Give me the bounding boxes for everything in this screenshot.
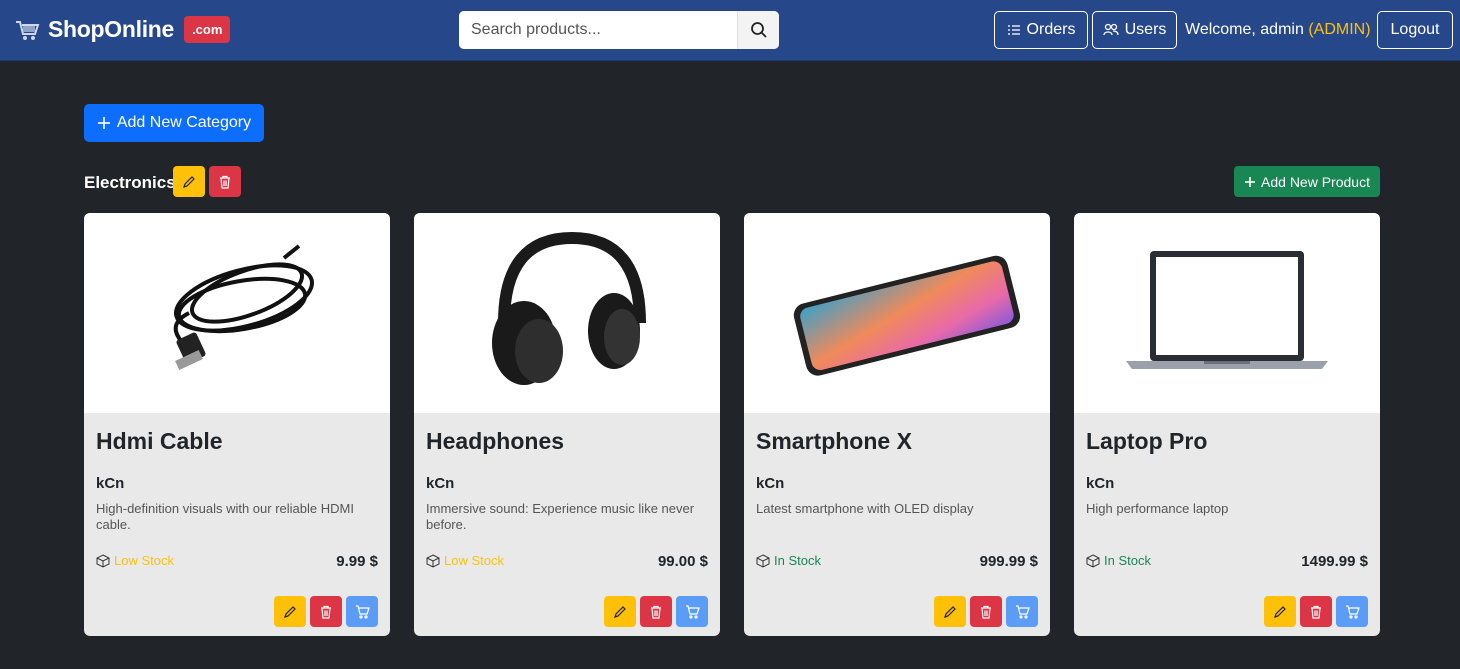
welcome-message: Welcome, admin (ADMIN)	[1185, 21, 1371, 39]
product-price: 999.99 $	[979, 553, 1038, 570]
box-icon	[1086, 553, 1100, 568]
users-button[interactable]: Users	[1092, 11, 1177, 49]
trash-icon	[1311, 605, 1321, 619]
trash-icon	[981, 605, 991, 619]
stock-label: Low Stock	[114, 553, 174, 568]
product-name: Hdmi Cable	[96, 428, 223, 454]
brand-name: ShopOnline	[48, 16, 175, 42]
product-card: Headphones kCn Immersive sound: Experien…	[414, 213, 720, 636]
product-description: Latest smartphone with OLED display	[756, 501, 974, 516]
brand[interactable]: ShopOnline .com	[14, 16, 231, 43]
product-price: 99.00 $	[657, 553, 708, 570]
pencil-icon	[614, 605, 626, 618]
add-to-cart-button[interactable]	[1336, 596, 1368, 627]
add-category-label: Add New Category	[116, 114, 252, 131]
product-category: kCn	[96, 475, 125, 492]
delete-product-button[interactable]	[970, 596, 1002, 627]
add-to-cart-button[interactable]	[676, 596, 708, 627]
plus-icon	[97, 117, 110, 129]
stock-label: Low Stock	[444, 553, 504, 568]
pencil-icon	[183, 175, 195, 188]
shopping-cart-logo-icon	[16, 20, 40, 40]
pencil-icon	[1274, 605, 1286, 618]
stock-label: In Stock	[1104, 553, 1151, 568]
edit-product-button[interactable]	[604, 596, 636, 627]
product-category: kCn	[426, 475, 455, 492]
stock-status: Low Stock	[96, 553, 174, 568]
stock-label: In Stock	[774, 553, 821, 568]
box-icon	[426, 553, 440, 568]
edit-category-button[interactable]	[173, 166, 205, 197]
add-to-cart-button[interactable]	[346, 596, 378, 627]
category-title: Electronics	[84, 173, 176, 192]
delete-product-button[interactable]	[1300, 596, 1332, 627]
box-icon	[756, 553, 770, 568]
product-card: Hdmi Cable kCn High-definition visuals w…	[84, 213, 390, 636]
plus-icon	[1245, 176, 1256, 187]
welcome-text: Welcome, admin	[1185, 21, 1304, 38]
product-card: Smartphone X kCn Latest smartphone with …	[744, 213, 1050, 636]
box-icon	[96, 553, 110, 568]
stock-status: In Stock	[756, 553, 821, 568]
delete-product-button[interactable]	[310, 596, 342, 627]
product-description: Immersive sound: Experience music like n…	[426, 501, 695, 532]
add-category-button[interactable]: Add New Category	[84, 104, 264, 142]
search-bar	[459, 11, 779, 49]
stock-status: Low Stock	[426, 553, 504, 568]
add-to-cart-button[interactable]	[1006, 596, 1038, 627]
trash-icon	[321, 605, 331, 619]
product-card: Laptop Pro kCn High performance laptop I…	[1074, 213, 1380, 636]
trash-icon	[220, 175, 230, 189]
cart-icon	[1015, 604, 1030, 619]
edit-product-button[interactable]	[274, 596, 306, 627]
brand-badge: .com	[184, 16, 231, 43]
users-icon	[1102, 23, 1119, 36]
cart-icon	[355, 604, 370, 619]
stock-status: In Stock	[1086, 553, 1151, 568]
product-name: Smartphone X	[756, 428, 912, 454]
orders-label: Orders	[1026, 21, 1076, 38]
smartphone-icon	[793, 255, 1021, 376]
product-image	[84, 213, 390, 413]
laptop-icon	[1126, 251, 1328, 369]
search-button[interactable]	[737, 11, 779, 49]
product-image	[744, 213, 1050, 413]
product-name: Laptop Pro	[1086, 428, 1208, 454]
product-price: 1499.99 $	[1301, 553, 1368, 570]
users-label: Users	[1124, 21, 1167, 38]
list-icon	[1007, 25, 1020, 35]
headphones-icon	[492, 231, 646, 385]
user-role: (ADMIN)	[1308, 21, 1371, 38]
orders-button[interactable]: Orders	[994, 11, 1088, 49]
hdmi-cable-icon	[173, 244, 315, 371]
product-category: kCn	[1086, 475, 1115, 492]
product-image	[1074, 213, 1380, 413]
product-category: kCn	[756, 475, 785, 492]
cart-icon	[1345, 604, 1360, 619]
pencil-icon	[944, 605, 956, 618]
search-input[interactable]	[459, 11, 737, 49]
pencil-icon	[284, 605, 296, 618]
search-icon	[750, 22, 767, 38]
add-product-label: Add New Product	[1261, 173, 1370, 190]
product-image	[414, 213, 720, 413]
product-price: 9.99 $	[336, 553, 378, 570]
product-description: High-definition visuals with our reliabl…	[96, 501, 354, 532]
logout-button[interactable]: Logout	[1377, 11, 1453, 49]
product-description: High performance laptop	[1086, 501, 1229, 516]
delete-category-button[interactable]	[209, 166, 241, 197]
delete-product-button[interactable]	[640, 596, 672, 627]
edit-product-button[interactable]	[934, 596, 966, 627]
trash-icon	[651, 605, 661, 619]
top-navbar: ShopOnline .com Orders Users Welcome, ad…	[0, 0, 1460, 61]
edit-product-button[interactable]	[1264, 596, 1296, 627]
cart-icon	[685, 604, 700, 619]
add-product-button[interactable]: Add New Product	[1234, 166, 1380, 197]
product-name: Headphones	[426, 428, 565, 454]
